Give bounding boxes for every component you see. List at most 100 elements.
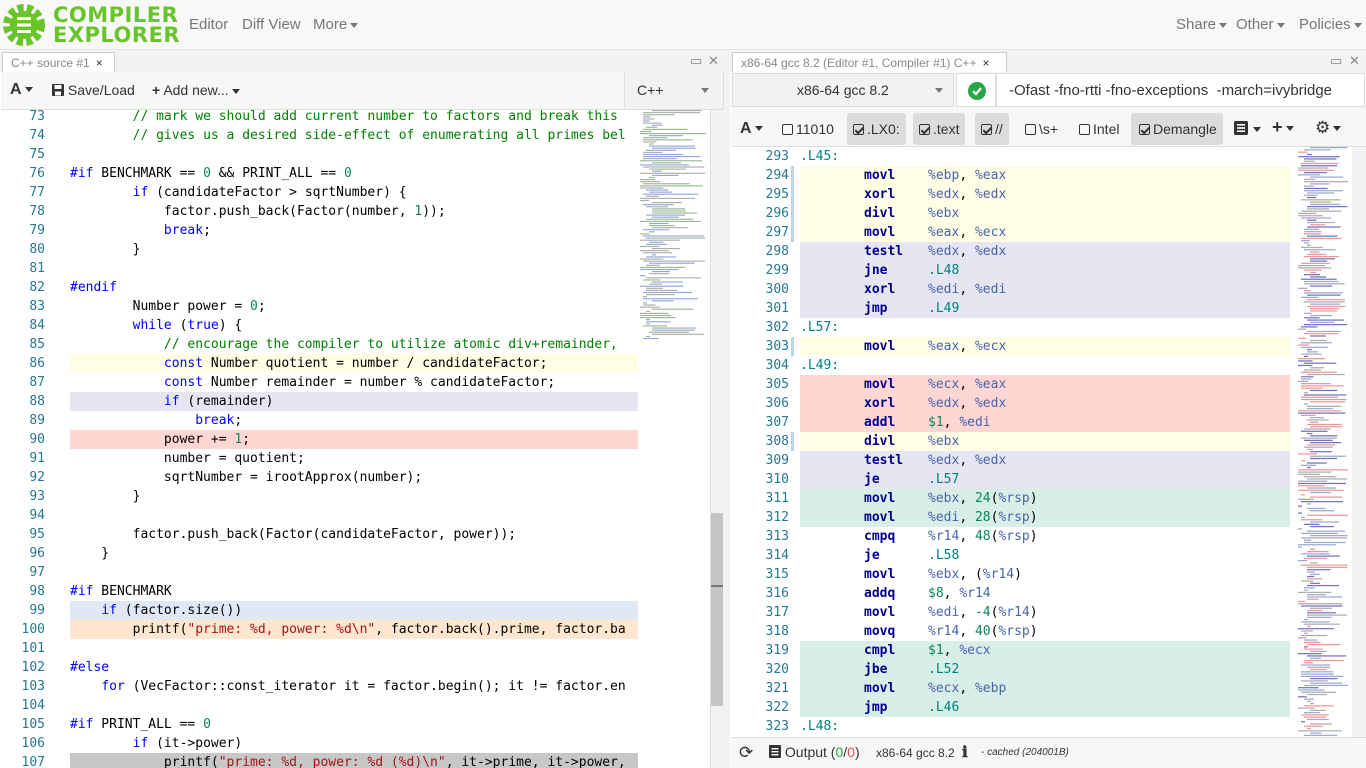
tab-cpp-source[interactable]: C++ source #1 × <box>2 52 115 72</box>
close-icon[interactable]: × <box>982 56 989 70</box>
nav-diff-view-link[interactable]: Diff View <box>242 16 301 33</box>
nav-other-dropdown[interactable]: Other <box>1236 16 1285 33</box>
asm-instruction-line[interactable]: 320 jbe .L52 <box>732 660 1292 679</box>
asm-instruction-line[interactable]: 316 addq $8, %r14 <box>732 584 1292 603</box>
code-line[interactable]: 105 #if PRINT_ALL == 0 <box>1 715 638 734</box>
assembly-scrollbar[interactable] <box>1352 147 1366 737</box>
code-line[interactable]: 78 factor.push_back(Factor(number, 1)); <box>1 202 638 221</box>
nav-more-dropdown[interactable]: More <box>313 16 359 33</box>
code-line[interactable]: 98 #if BENCHMARK <box>1 582 638 601</box>
asm-label-line[interactable]: 302 .L57: <box>732 318 1292 337</box>
code-line[interactable]: 92 sqrtNumber = irootApprox(number); <box>1 468 638 487</box>
nav-policies-dropdown[interactable]: Policies <box>1299 16 1362 33</box>
code-line[interactable]: 75 <box>1 145 638 164</box>
code-line[interactable]: 99 if (factor.size()) <box>29 601 638 620</box>
maximize-icon[interactable]: ▭ <box>1330 53 1342 69</box>
font-size-button[interactable]: A <box>10 81 33 99</box>
close-pane-icon[interactable]: ✕ <box>1349 53 1360 69</box>
filter-comments-toggle[interactable]: // <box>975 113 1009 145</box>
close-icon[interactable]: × <box>96 56 103 70</box>
filter-intel-toggle[interactable]: Intel <box>1079 121 1119 137</box>
editor-minimap[interactable] <box>638 110 710 340</box>
filter-whitespace-toggle[interactable]: \s+ <box>1025 121 1058 137</box>
output-button[interactable]: Output (0/0) <box>769 744 860 760</box>
asm-instruction-line[interactable]: 314 je .L58 <box>732 546 1292 565</box>
asm-instruction-line[interactable]: 318 movq %r14, 40(%rsp) <box>732 622 1292 641</box>
refresh-icon[interactable]: ⟳ <box>739 743 753 763</box>
code-editor[interactable]: 73 // mark we should add current number … <box>1 110 638 768</box>
asm-instruction-line[interactable]: 309 testl %edx, %edx <box>732 451 1292 470</box>
code-line[interactable]: 76 #if BENCHMARK == 0 && PRINT_ALL == 0 <box>1 164 638 183</box>
code-line[interactable]: 104 <box>1 696 638 715</box>
asm-instruction-line[interactable]: 308 divl %ebx <box>732 432 1292 451</box>
asm-instruction-line[interactable]: 297 movl %eax, %ecx <box>732 223 1292 242</box>
asm-instruction-line[interactable]: 301 jmp .L49 <box>732 299 1292 318</box>
compile-status[interactable] <box>956 73 996 107</box>
compiler-select[interactable]: x86-64 gcc 8.2 <box>732 73 954 107</box>
asm-label-line[interactable]: 293 .L45: <box>732 147 1292 166</box>
code-line[interactable]: 97 <box>1 563 638 582</box>
maximize-icon[interactable]: ▭ <box>690 53 702 69</box>
asm-instruction-line[interactable]: 312 movl %edi, 28(%rsp) <box>732 508 1292 527</box>
libraries-button[interactable] <box>1234 120 1261 136</box>
code-line[interactable]: 88 if (remainder) <box>29 392 638 411</box>
asm-instruction-line[interactable]: 307 addl $1, %edi <box>732 413 1292 432</box>
filter-labels-toggle[interactable]: .LX0: <box>847 113 906 145</box>
code-line[interactable]: 106 if (it->power) <box>1 734 638 753</box>
code-line[interactable]: 85 // encourage the compiler to utilize … <box>1 335 638 354</box>
code-line[interactable]: 83 Number power = 0; <box>1 297 638 316</box>
save-load-button[interactable]: Save/Load <box>52 82 135 98</box>
assembly-output[interactable]: 293 .L45: 294 movl %ebp, %eax 295 xorl %edx, %e… <box>732 147 1292 737</box>
code-line[interactable]: 95 factor.push_back(Factor(candidateFact… <box>1 525 638 544</box>
code-line[interactable]: 84 while (true) { <box>1 316 638 335</box>
asm-label-line[interactable]: 304 .L49: <box>732 356 1292 375</box>
asm-instruction-line[interactable]: 310 je .L57 <box>732 470 1292 489</box>
code-line[interactable]: 101 <box>1 639 638 658</box>
filter-binary-toggle[interactable]: 11010 <box>782 121 834 137</box>
asm-instruction-line[interactable]: 322 jmp .L46 <box>732 698 1292 717</box>
code-line[interactable]: 94 <box>1 506 638 525</box>
code-line[interactable]: 87 const Number remainder = number % can… <box>1 373 638 392</box>
tab-compiler-output[interactable]: x86-64 gcc 8.2 (Editor #1, Compiler #1) … <box>732 52 1007 72</box>
nav-editor-link[interactable]: Editor <box>189 16 228 33</box>
code-line[interactable]: 79 break; <box>1 221 638 240</box>
asm-instruction-line[interactable]: 317 movl %edi, -4(%r14) <box>732 603 1292 622</box>
asm-instruction-line[interactable]: 313 cmpq %r14, 48(%rsp) <box>732 527 1292 546</box>
code-line[interactable]: 102 #else <box>1 658 638 677</box>
asm-instruction-line[interactable]: 296 divl %ebx <box>732 204 1292 223</box>
asm-instruction-line[interactable]: 303 movl %eax, %ecx <box>732 337 1292 356</box>
asm-instruction-line[interactable]: 299 jne .L48 <box>732 261 1292 280</box>
assembly-minimap[interactable] <box>1296 147 1352 737</box>
filter-demangle-toggle[interactable]: Demangle <box>1131 113 1223 145</box>
code-line[interactable]: 74 // gives us a desired side-effect of … <box>1 126 638 145</box>
editor-scrollbar-thumb[interactable] <box>711 513 723 706</box>
add-tool-button[interactable]: + <box>1272 117 1294 138</box>
asm-instruction-line[interactable]: 306 xorl %edx, %edx <box>732 394 1292 413</box>
asm-instruction-line[interactable]: 321 movl %ecx, %ebp <box>732 679 1292 698</box>
code-line[interactable]: 90 power += 1; <box>29 430 638 449</box>
asm-label-line[interactable]: 323 .L48: <box>732 717 1292 736</box>
code-line[interactable]: 93 } <box>1 487 638 506</box>
asm-instruction-line[interactable]: 319 cmpl $1, %ecx <box>732 641 1292 660</box>
filter-directives-toggle[interactable]: .text <box>913 113 966 145</box>
code-line[interactable]: 91 number = quotient; <box>1 449 638 468</box>
asm-instruction-line[interactable]: 295 xorl %edx, %edx <box>732 185 1292 204</box>
asm-instruction-line[interactable]: 311 movl %ebx, 24(%rsp) <box>732 489 1292 508</box>
compiler-options-input[interactable] <box>996 73 1365 107</box>
code-line[interactable]: 77 if (candidateFactor > sqrtNumber) { <box>1 183 638 202</box>
asm-instruction-line[interactable]: 300 xorl %edi, %edi <box>732 280 1292 299</box>
code-line[interactable]: 89 break; <box>1 411 638 430</box>
info-icon[interactable]: ℹ <box>962 743 968 761</box>
compiler-explorer-logo[interactable]: COMPILER EXPLORER <box>2 2 180 48</box>
code-line[interactable]: 81 <box>1 259 638 278</box>
asm-instruction-line[interactable]: 315 movl %ebx, (%r14) <box>732 565 1292 584</box>
nav-share-dropdown[interactable]: Share <box>1176 16 1228 33</box>
code-line[interactable]: 103 for (VecFactor::const_iterator it = … <box>1 677 638 696</box>
code-line[interactable]: 86 const Number quotient = number / cand… <box>29 354 638 373</box>
code-line[interactable]: 80 } <box>1 240 638 259</box>
settings-button[interactable]: ⚙ <box>1315 118 1342 138</box>
asm-instruction-line[interactable]: 305 movl %ecx, %eax <box>732 375 1292 394</box>
asm-instruction-line[interactable]: 294 movl %ebp, %eax <box>732 166 1292 185</box>
code-line[interactable]: 73 // mark we should add current number … <box>1 110 638 126</box>
add-new-button[interactable]: + Add new... <box>152 82 240 98</box>
